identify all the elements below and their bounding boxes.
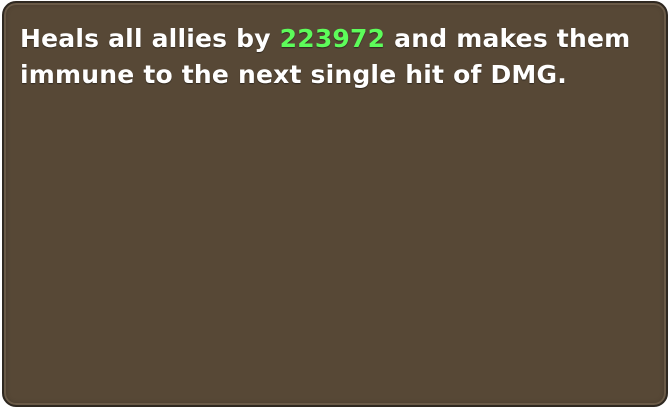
description-text-line2: immune to the next single hit of DMG. [20, 60, 567, 89]
skill-description: Heals all allies by 223972 and makes the… [20, 21, 660, 93]
description-text-before: Heals all allies by [20, 24, 280, 53]
skill-tooltip-panel: Heals all allies by 223972 and makes the… [2, 1, 668, 407]
heal-amount-value: 223972 [279, 24, 386, 53]
description-text-after: and makes them [385, 24, 631, 53]
